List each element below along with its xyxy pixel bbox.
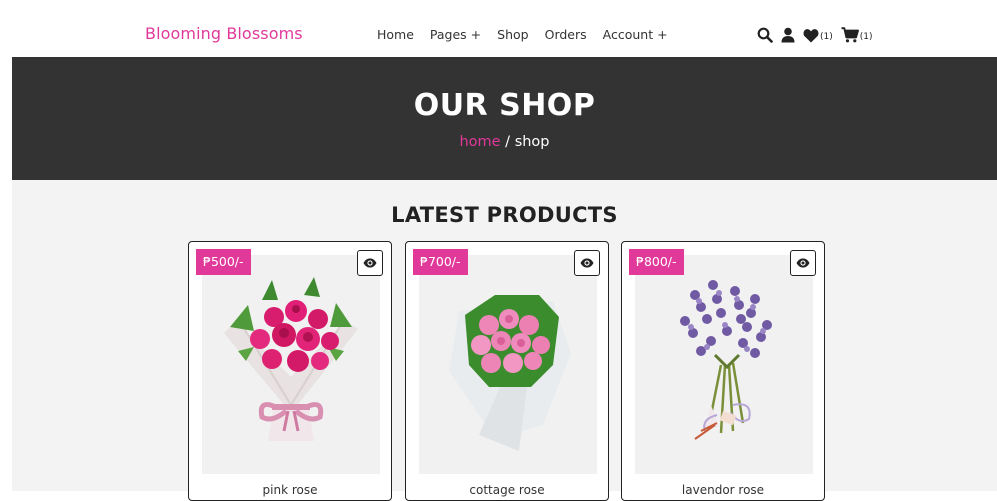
product-name: pink rose [262,483,318,497]
breadcrumb-current: shop [514,134,550,150]
page-banner: OUR SHOP home / shop [12,57,997,180]
breadcrumb: home / shop [12,134,997,150]
breadcrumb-home-link[interactable]: home [459,134,500,150]
nav-home[interactable]: Home [377,27,414,42]
nav-account[interactable]: Account + [603,27,668,42]
quick-view-button[interactable] [790,250,816,276]
product-card[interactable]: ₱800/- lavendor rose [621,241,825,501]
cart-icon [841,27,859,43]
price-badge: ₱500/- [196,249,251,275]
nav-pages[interactable]: Pages + [430,27,481,42]
product-image[interactable] [202,255,380,474]
cart-count: (1) [859,32,873,42]
search-icon [757,27,773,43]
quick-view-button[interactable] [574,250,600,276]
product-card[interactable]: ₱700/- cottage rose [405,241,609,501]
product-card[interactable]: ₱500/- pink rose [188,241,392,501]
main-nav: Home Pages + Shop Orders Account + [377,27,668,42]
product-name: cottage rose [469,483,545,497]
cart-button[interactable]: (1) [841,27,873,43]
pink-rose-bouquet-image [224,277,358,441]
brand-logo[interactable]: Blooming Blossoms [145,24,303,43]
product-image[interactable] [635,255,813,474]
product-name: lavendor rose [681,483,765,497]
eye-icon [796,258,810,268]
nav-orders[interactable]: Orders [545,27,587,42]
wishlist-count: (1) [820,31,833,42]
site-header: Blooming Blossoms Home Pages + Shop Orde… [0,0,997,57]
page-title: OUR SHOP [413,88,596,123]
eye-icon [363,258,377,268]
search-button[interactable] [757,27,773,43]
lavendor-rose-bouquet-image [680,280,772,440]
heart-icon [803,28,819,42]
price-badge: ₱800/- [629,249,684,275]
wishlist-button[interactable]: (1) [803,28,833,43]
header-icons: (1) (1) [757,25,873,45]
product-image[interactable] [419,255,597,474]
account-button[interactable] [781,27,795,43]
quick-view-button[interactable] [357,250,383,276]
breadcrumb-separator: / [500,134,515,150]
nav-shop[interactable]: Shop [497,27,528,42]
cottage-rose-bouquet-image [449,295,571,451]
user-icon [781,27,795,43]
price-badge: ₱700/- [413,249,468,275]
section-title: LATEST PRODUCTS [391,203,618,227]
eye-icon [580,258,594,268]
